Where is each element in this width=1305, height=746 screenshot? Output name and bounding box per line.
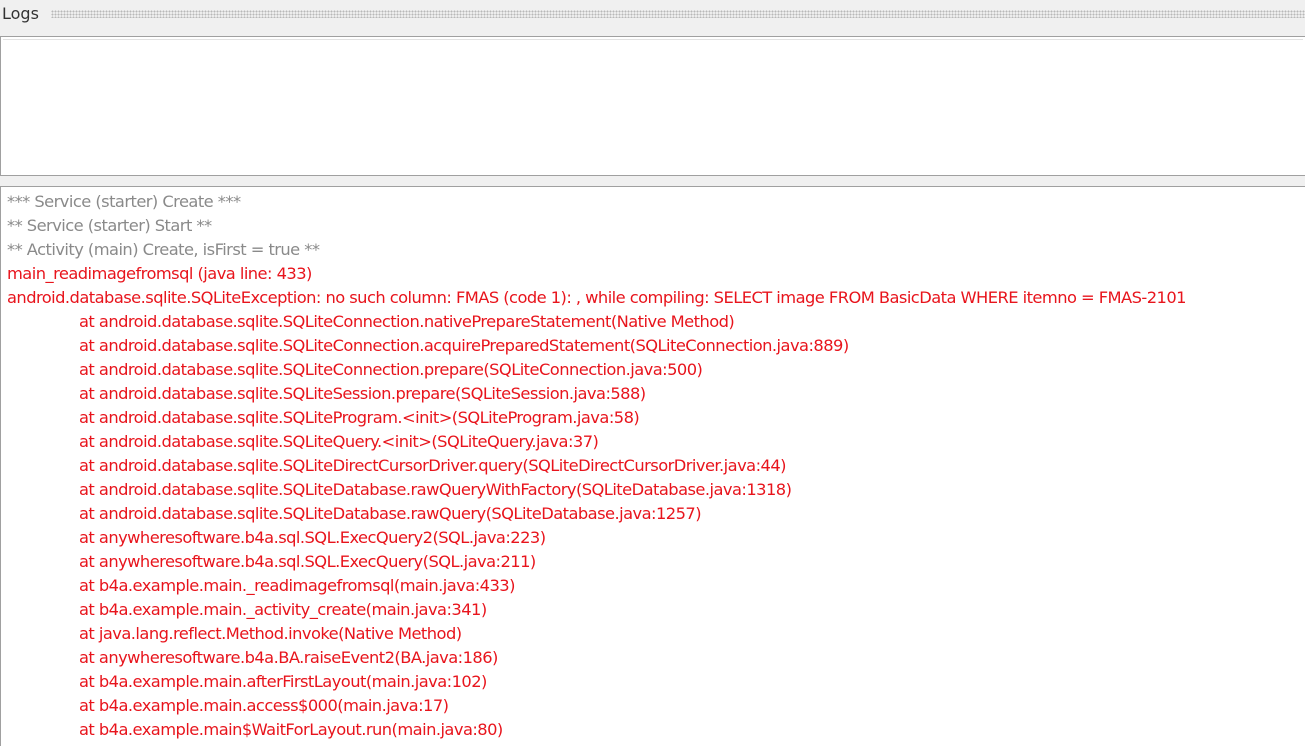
stack-trace-line: at android.database.sqlite.SQLiteSession… <box>79 384 646 403</box>
stack-trace-line: at android.database.sqlite.SQLiteDatabas… <box>79 480 792 499</box>
stack-trace-line: at b4a.example.main$WaitForLayout.run(ma… <box>79 720 503 739</box>
stack-trace-line: at android.database.sqlite.SQLiteProgram… <box>79 408 640 427</box>
logs-title: Logs <box>2 4 39 23</box>
stack-trace-line: at b4a.example.main.access$000(main.java… <box>79 696 449 715</box>
panel-splitter[interactable] <box>0 176 1305 186</box>
stack-trace-line: at anywheresoftware.b4a.sql.SQL.ExecQuer… <box>79 528 546 547</box>
stack-trace-line: at anywheresoftware.b4a.BA.raiseEvent2(B… <box>79 648 498 667</box>
info-line: ** Service (starter) Start ** <box>7 216 212 235</box>
stack-trace-line: at b4a.example.main._readimagefromsql(ma… <box>79 576 515 595</box>
stack-trace-line: at anywheresoftware.b4a.sql.SQL.ExecQuer… <box>79 552 536 571</box>
filter-panel-area <box>3 39 1303 173</box>
stack-trace-line: at android.database.sqlite.SQLiteConnect… <box>79 360 703 379</box>
filter-panel[interactable] <box>0 36 1305 176</box>
info-line: *** Service (starter) Create *** <box>7 192 241 211</box>
stack-trace-line: at android.database.sqlite.SQLiteConnect… <box>79 336 849 355</box>
stack-trace-line: at android.database.sqlite.SQLiteDatabas… <box>79 504 702 523</box>
logs-header: Logs <box>0 0 1305 28</box>
stack-trace-line: at b4a.example.main.afterFirstLayout(mai… <box>79 672 487 691</box>
drag-grip[interactable] <box>50 10 1305 18</box>
stack-trace-line: at android.database.sqlite.SQLiteDirectC… <box>79 456 787 475</box>
log-output[interactable]: *** Service (starter) Create *** ** Servi… <box>0 186 1305 746</box>
stack-trace-line: at android.database.sqlite.SQLiteQuery.<… <box>79 432 599 451</box>
error-line: android.database.sqlite.SQLiteException:… <box>7 288 1187 307</box>
stack-trace-line: at java.lang.reflect.Method.invoke(Nativ… <box>79 624 462 643</box>
stack-trace-line: at android.database.sqlite.SQLiteConnect… <box>79 312 735 331</box>
error-line: main_readimagefromsql (java line: 433) <box>7 264 312 283</box>
info-line: ** Activity (main) Create, isFirst = tru… <box>7 240 320 259</box>
stack-trace-line: at b4a.example.main._activity_create(mai… <box>79 600 487 619</box>
